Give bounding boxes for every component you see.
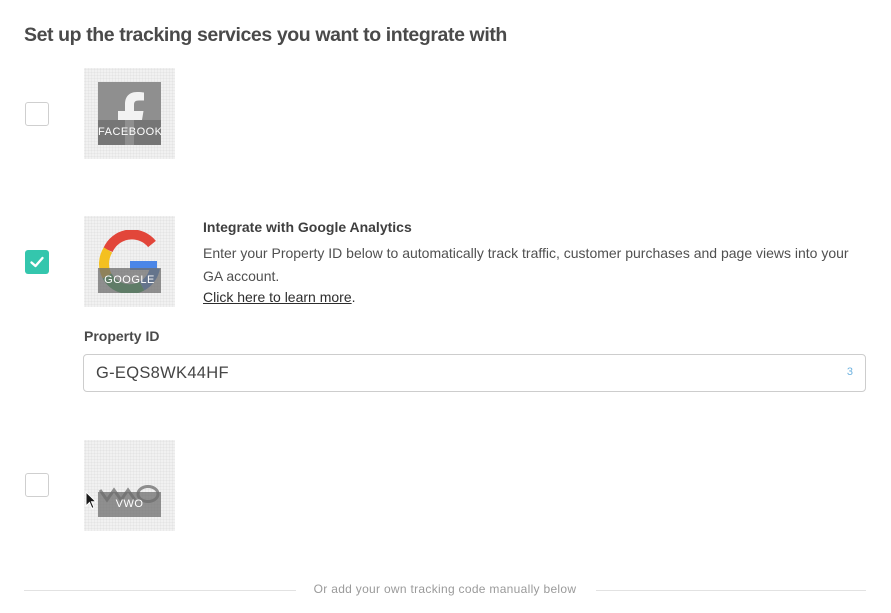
divider-text: Or add your own tracking code manually b… (313, 582, 577, 596)
mouse-cursor-icon (85, 491, 97, 510)
divider-left (24, 590, 296, 591)
char-counter: 3 (846, 366, 853, 378)
google-label: GOOGLE (98, 268, 161, 293)
ga-description: Enter your Property ID below to automati… (203, 245, 849, 284)
facebook-logo-tile[interactable]: FACEBOOK (84, 68, 175, 159)
vwo-logo-tile[interactable]: VWO (84, 440, 175, 531)
property-id-label: Property ID (84, 328, 160, 344)
facebook-checkbox[interactable] (25, 102, 49, 126)
google-logo-tile[interactable]: GOOGLE (84, 216, 175, 307)
property-id-input[interactable] (96, 355, 816, 391)
divider-right (596, 590, 866, 591)
link-suffix: . (351, 289, 356, 305)
vwo-label: VWO (98, 492, 161, 517)
facebook-label: FACEBOOK (98, 120, 162, 145)
property-id-field[interactable]: 3 (83, 354, 866, 392)
ga-heading: Integrate with Google Analytics (203, 219, 412, 235)
vwo-checkbox[interactable] (25, 473, 49, 497)
page-title: Set up the tracking services you want to… (24, 24, 507, 46)
ga-learn-more: Click here to learn more. (203, 289, 356, 305)
checkmark-icon (30, 256, 44, 268)
learn-more-link[interactable]: Click here to learn more (203, 289, 352, 305)
google-checkbox[interactable] (25, 250, 49, 274)
